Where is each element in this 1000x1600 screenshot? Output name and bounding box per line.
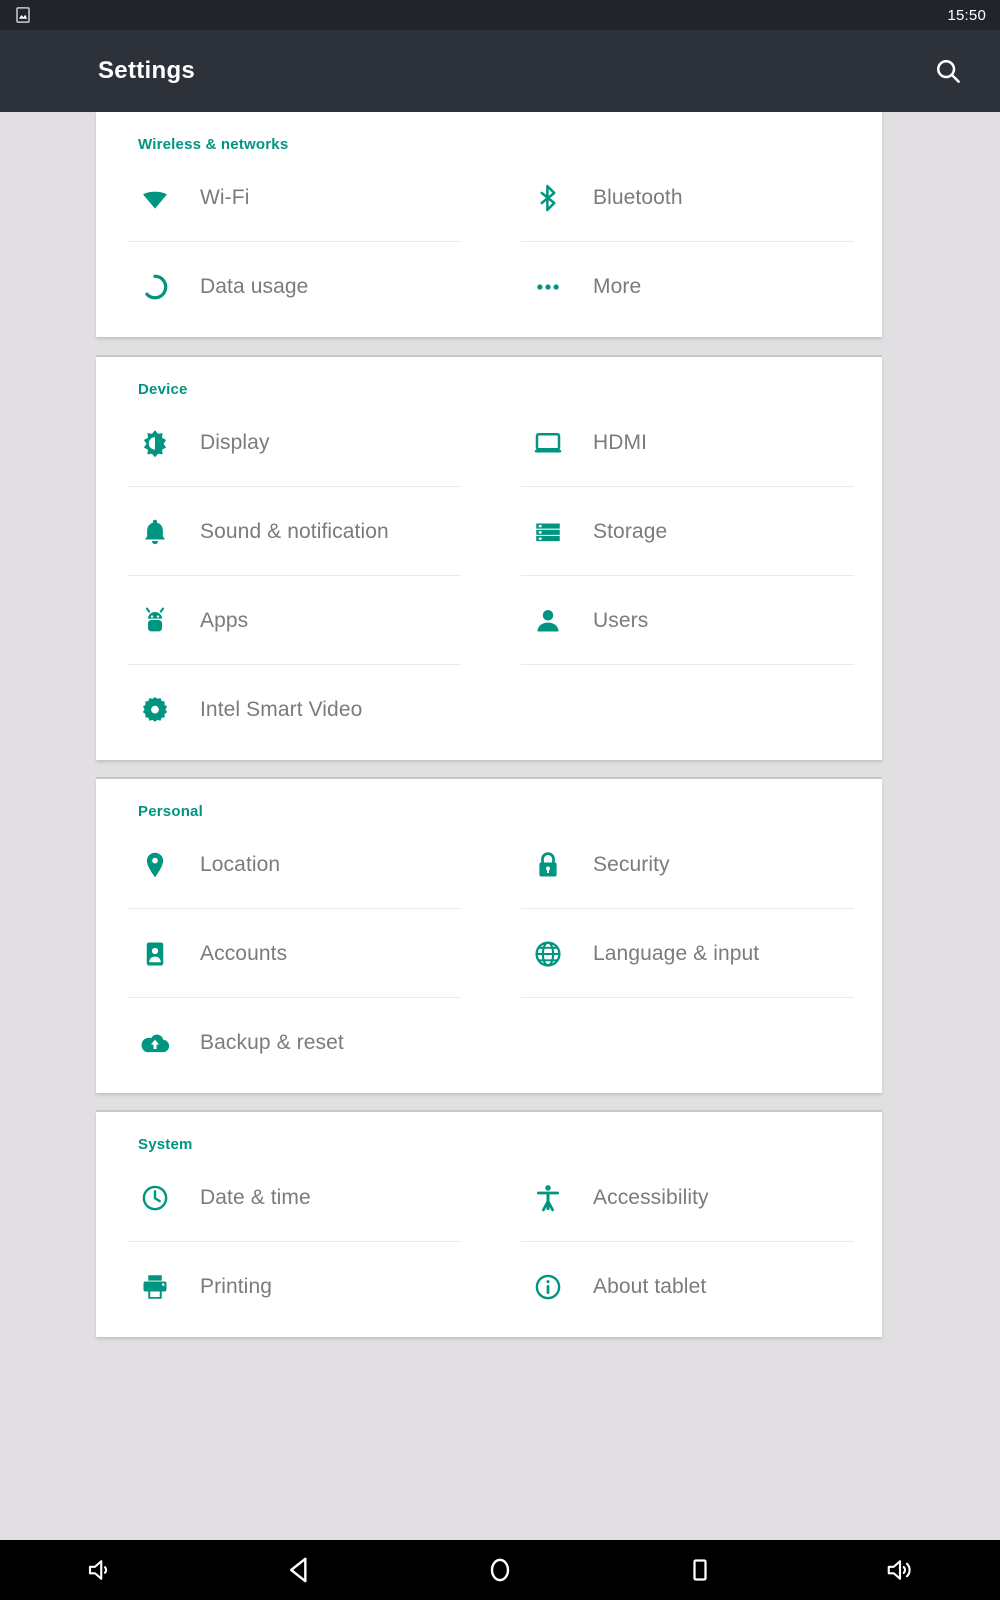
more-horizontal-icon [531,270,565,304]
recents-button[interactable] [600,1540,800,1600]
settings-item-label: Printing [200,1274,273,1298]
info-icon [531,1270,565,1304]
settings-item-hdmi[interactable]: HDMI [489,398,882,487]
settings-item-label: Accounts [200,941,288,965]
android-icon [138,604,172,638]
back-button[interactable] [200,1540,400,1600]
lock-icon [531,848,565,882]
settings-item-label: About tablet [593,1274,707,1298]
settings-item-label: Accessibility [593,1185,709,1209]
settings-item-label: Backup & reset [200,1030,344,1054]
brightness-icon [138,426,172,460]
settings-item-about-tablet[interactable]: About tablet [489,1242,882,1331]
recents-square-icon [685,1555,715,1585]
settings-item-label: Display [200,430,270,454]
location-pin-icon [138,848,172,882]
section-title-device: Device [138,381,188,398]
volume-down-button[interactable] [0,1540,200,1600]
home-circle-icon [484,1554,516,1586]
settings-item-label: Wi-Fi [200,185,250,209]
bell-icon [138,515,172,549]
settings-card-system: System Date & time Accessibility Printin… [96,1112,882,1337]
settings-item-sound[interactable]: Sound & notification [96,487,489,576]
search-button[interactable] [924,47,972,95]
settings-item-label: Intel Smart Video [200,697,363,721]
settings-item-security[interactable]: Security [489,820,882,909]
settings-card-wireless: Wireless & networks Wi-Fi Bluetooth Data… [96,112,882,337]
settings-item-language[interactable]: Language & input [489,909,882,998]
settings-grid-filler [489,998,882,1087]
settings-grid-wireless: Wi-Fi Bluetooth Data usage More [96,153,882,337]
status-bar-clock: 15:50 [947,6,986,24]
settings-item-display[interactable]: Display [96,398,489,487]
storage-icon [531,515,565,549]
volume-down-icon [85,1555,115,1585]
section-title-personal: Personal [138,803,203,820]
settings-item-label: More [593,274,642,298]
person-icon [531,604,565,638]
settings-scroll-area[interactable]: Wireless & networks Wi-Fi Bluetooth Data… [0,112,1000,1540]
settings-item-data-usage[interactable]: Data usage [96,242,489,331]
back-triangle-icon [284,1554,316,1586]
settings-item-label: Users [593,608,649,632]
settings-item-label: HDMI [593,430,648,454]
settings-item-apps[interactable]: Apps [96,576,489,665]
clock-icon [138,1181,172,1215]
gear-icon [138,693,172,727]
page-title: Settings [98,57,196,84]
settings-item-label: Location [200,852,281,876]
settings-item-bluetooth[interactable]: Bluetooth [489,153,882,242]
photo-icon [14,6,32,24]
data-usage-icon [138,270,172,304]
bluetooth-icon [531,181,565,215]
settings-item-label: Storage [593,519,668,543]
settings-item-label: Language & input [593,941,760,965]
settings-item-storage[interactable]: Storage [489,487,882,576]
settings-grid-device: Display HDMI Sound & notification Storag… [96,398,882,760]
volume-up-icon [885,1555,915,1585]
settings-item-label: Security [593,852,670,876]
settings-item-label: Data usage [200,274,309,298]
settings-item-label: Date & time [200,1185,311,1209]
printer-icon [138,1270,172,1304]
account-box-icon [138,937,172,971]
settings-item-printing[interactable]: Printing [96,1242,489,1331]
settings-grid-system: Date & time Accessibility Printing About… [96,1153,882,1337]
settings-item-accounts[interactable]: Accounts [96,909,489,998]
settings-item-wifi[interactable]: Wi-Fi [96,153,489,242]
settings-grid-filler [489,665,882,754]
wifi-icon [138,181,172,215]
settings-item-date-time[interactable]: Date & time [96,1153,489,1242]
status-bar: 15:50 [0,0,1000,30]
settings-item-intel-smart-video[interactable]: Intel Smart Video [96,665,489,754]
settings-card-device: Device Display HDMI Sound & notification… [96,357,882,760]
accessibility-icon [531,1181,565,1215]
settings-item-accessibility[interactable]: Accessibility [489,1153,882,1242]
settings-grid-personal: Location Security Accounts Language & in… [96,820,882,1093]
settings-item-label: Bluetooth [593,185,683,209]
volume-up-button[interactable] [800,1540,1000,1600]
cloud-upload-icon [138,1026,172,1060]
section-title-system: System [138,1136,193,1153]
section-title-wireless: Wireless & networks [138,136,289,153]
search-icon [933,56,963,86]
settings-card-personal: Personal Location Security Accounts Lang… [96,779,882,1093]
globe-icon [531,937,565,971]
settings-item-label: Sound & notification [200,519,389,543]
home-button[interactable] [400,1540,600,1600]
monitor-icon [531,426,565,460]
settings-item-label: Apps [200,608,249,632]
app-bar: Settings [0,30,1000,112]
navigation-bar [0,1540,1000,1600]
status-bar-icons [14,6,32,24]
settings-item-more[interactable]: More [489,242,882,331]
settings-item-location[interactable]: Location [96,820,489,909]
settings-item-backup-reset[interactable]: Backup & reset [96,998,489,1087]
settings-item-users[interactable]: Users [489,576,882,665]
